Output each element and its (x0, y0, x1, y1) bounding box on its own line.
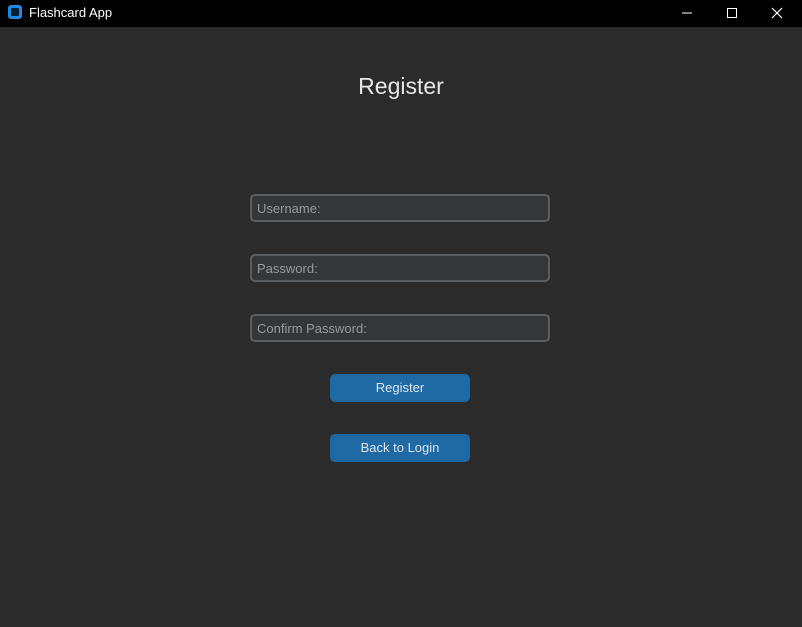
username-field-frame (250, 194, 550, 222)
maximize-icon (727, 8, 737, 18)
back-to-login-button[interactable]: Back to Login (330, 434, 470, 462)
password-field-frame (250, 254, 550, 282)
close-button[interactable] (754, 0, 800, 27)
password-input[interactable] (252, 256, 548, 280)
close-icon (771, 7, 783, 19)
register-panel: Register Register Back to Login (0, 27, 802, 627)
maximize-button[interactable] (709, 0, 755, 27)
minimize-button[interactable] (664, 0, 710, 27)
register-button[interactable]: Register (330, 374, 470, 402)
title-bar: Flashcard App (0, 0, 802, 27)
page-title: Register (358, 73, 444, 99)
app-icon (8, 5, 22, 19)
username-input[interactable] (252, 196, 548, 220)
minimize-icon (682, 12, 692, 14)
window-title: Flashcard App (29, 5, 113, 20)
confirm-password-input[interactable] (252, 316, 548, 340)
confirm-password-field-frame (250, 314, 550, 342)
